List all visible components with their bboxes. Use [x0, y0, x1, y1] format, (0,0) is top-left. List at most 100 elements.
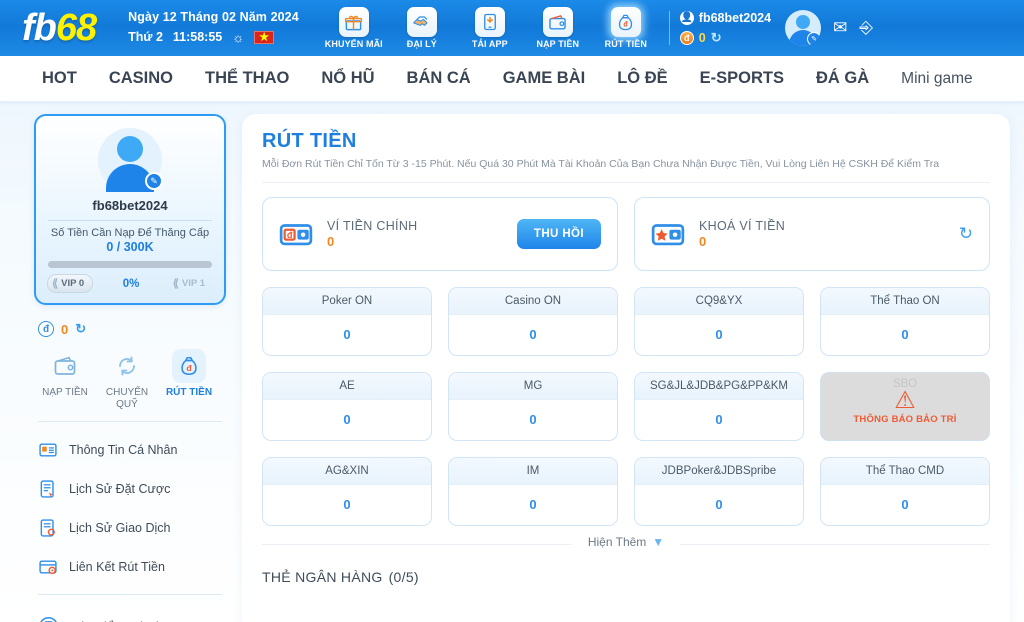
- nav-item-no-hu[interactable]: NỔ HŨ: [305, 69, 390, 88]
- sidebar-action-rut-tien[interactable]: đ RÚT TIỀN: [160, 349, 218, 411]
- nav-item-mini-game[interactable]: Mini game: [885, 70, 989, 88]
- sidebar: ✎ fb68bet2024 Số Tiền Cần Nạp Để Thăng C…: [34, 114, 226, 622]
- header-clock: 11:58:55: [173, 28, 222, 47]
- wallet-value: 0: [327, 234, 417, 249]
- sidebar-item-lich-su-dat-cuoc[interactable]: Lịch Sử Đặt Cược: [34, 471, 226, 507]
- vietnam-flag-icon: [254, 31, 274, 44]
- bank-section-heading: THẺ NGÂN HÀNG(0/5): [262, 569, 990, 585]
- site-logo[interactable]: fb68: [22, 9, 96, 47]
- sidebar-action-nap-tien[interactable]: NẠP TIỀN: [36, 349, 94, 411]
- envelope-icon[interactable]: ✉: [833, 18, 847, 38]
- wallet-dong-icon: đ: [279, 217, 313, 251]
- refresh-icon[interactable]: ↻: [959, 224, 973, 244]
- nav-item-esports[interactable]: E-SPORTS: [684, 69, 800, 88]
- game-wallet-cell[interactable]: Thể Thao ON 0: [820, 287, 990, 356]
- logout-icon[interactable]: ⎆: [859, 18, 873, 38]
- game-wallet-cell[interactable]: MG 0: [448, 372, 618, 441]
- header-date: Ngày 12 Tháng 02 Năm 2024: [128, 8, 299, 27]
- main-navigation: HOT CASINO THỂ THAO NỔ HŨ BÁN CÁ GAME BÀ…: [0, 56, 1024, 102]
- wallet-value: 0: [699, 234, 785, 249]
- sidebar-item-bao-bieu-dai-ly[interactable]: Báo Biểu Đại Lý: [34, 608, 226, 622]
- gift-icon: [339, 7, 369, 37]
- show-more-label: Hiện Thêm: [588, 535, 646, 549]
- edit-pencil-icon[interactable]: ✎: [145, 172, 163, 190]
- game-wallet-cell[interactable]: AE 0: [262, 372, 432, 441]
- header-nav-tai-app[interactable]: TẢI APP: [457, 7, 523, 49]
- game-wallet-cell[interactable]: SG&JL&JDB&PG&PP&KM 0: [634, 372, 804, 441]
- nav-item-ban-ca[interactable]: BÁN CÁ: [391, 69, 487, 88]
- game-wallet-value: 0: [449, 485, 617, 525]
- game-wallet-cell[interactable]: Casino ON 0: [448, 287, 618, 356]
- sidebar-item-lich-su-giao-dich[interactable]: Lịch Sử Giao Dịch: [34, 510, 226, 546]
- nav-item-the-thao[interactable]: THỂ THAO: [189, 69, 305, 88]
- wallet-text: KHOÁ VÍ TIỀN 0: [699, 219, 785, 249]
- vip-chevron-icon: ⟪: [173, 277, 179, 290]
- sidebar-item-lien-ket-rut-tien[interactable]: Liên Kết Rút Tiền: [34, 549, 226, 585]
- sidebar-action-label: CHUYỂN QUỸ: [98, 387, 156, 411]
- upgrade-value: 0 / 300K: [46, 240, 214, 254]
- coin-icon: đ: [680, 31, 694, 45]
- game-wallet-value: 0: [449, 400, 617, 440]
- bet-history-icon: [38, 479, 58, 499]
- header-nav-rut-tien[interactable]: đ RÚT TIỀN: [593, 7, 659, 49]
- transfer-icon: [110, 349, 144, 383]
- game-wallet-cell[interactable]: CQ9&YX 0: [634, 287, 804, 356]
- avatar[interactable]: ✎: [98, 128, 162, 192]
- game-wallet-cell[interactable]: Thể Thao CMD 0: [820, 457, 990, 526]
- game-wallet-value: 0: [263, 400, 431, 440]
- wallet-label: KHOÁ VÍ TIỀN: [699, 219, 785, 233]
- nav-item-hot[interactable]: HOT: [26, 69, 93, 88]
- header-nav-dai-ly[interactable]: ĐẠI LÝ: [389, 7, 455, 49]
- nav-item-casino[interactable]: CASINO: [93, 69, 189, 88]
- game-wallet-name: JDBPoker&JDBSpribe: [635, 458, 803, 485]
- svg-text:đ: đ: [186, 363, 192, 373]
- header-username: fb68bet2024: [699, 8, 771, 28]
- refresh-icon[interactable]: ↻: [75, 321, 86, 337]
- refresh-icon[interactable]: ↻: [711, 28, 722, 49]
- money-bag-icon: đ: [172, 349, 206, 383]
- game-wallet-cell[interactable]: Poker ON 0: [262, 287, 432, 356]
- header-nav-label: TẢI APP: [457, 39, 523, 49]
- show-more-divider: Hiện Thêm ▼: [262, 544, 990, 545]
- header-nav-khuyen-mai[interactable]: KHUYẾN MÃI: [321, 7, 387, 49]
- sidebar-balance: 0: [61, 322, 68, 337]
- id-card-icon: [38, 440, 58, 460]
- sidebar-balance-row: đ 0 ↻: [38, 321, 226, 337]
- vip-current-label: VIP 0: [61, 278, 84, 289]
- sidebar-item-label: Liên Kết Rút Tiền: [69, 560, 165, 574]
- game-wallet-cell[interactable]: JDBPoker&JDBSpribe 0: [634, 457, 804, 526]
- game-wallet-value: 0: [821, 485, 989, 525]
- user-avatar-edit-icon[interactable]: ✎: [785, 10, 821, 46]
- game-wallet-cell[interactable]: AG&XIN 0: [262, 457, 432, 526]
- header-nav-label: RÚT TIỀN: [593, 39, 659, 49]
- sidebar-action-chuyen-quy[interactable]: CHUYỂN QUỸ: [98, 349, 156, 411]
- show-more-button[interactable]: Hiện Thêm ▼: [572, 531, 680, 553]
- game-wallet-cell[interactable]: IM 0: [448, 457, 618, 526]
- top-header-bar: fb68 Ngày 12 Tháng 02 Năm 2024 Thứ 2 11:…: [0, 0, 1024, 56]
- chevron-down-icon: ▼: [652, 535, 664, 549]
- wallet-card-locked: KHOÁ VÍ TIỀN 0 ↻: [634, 197, 990, 271]
- vip-chevron-icon: ⟪: [52, 277, 58, 290]
- sidebar-actions: NẠP TIỀN CHUYỂN QUỸ đ: [36, 349, 226, 411]
- game-wallet-name: AE: [263, 373, 431, 400]
- coin-icon: đ: [38, 321, 54, 337]
- sidebar-item-thong-tin-ca-nhan[interactable]: Thông Tin Cá Nhân: [34, 432, 226, 468]
- nav-item-game-bai[interactable]: GAME BÀI: [487, 69, 602, 88]
- profile-username: fb68bet2024: [46, 198, 214, 213]
- game-wallet-name: Thể Thao ON: [821, 288, 989, 315]
- thu-hoi-button[interactable]: THU HỒI: [517, 219, 601, 249]
- header-nav-icons: KHUYẾN MÃI ĐẠI LÝ TẢI APP: [321, 7, 659, 49]
- header-nav-nap-tien[interactable]: NẠP TIỀN: [525, 7, 591, 49]
- wallet-deposit-icon: [543, 7, 573, 37]
- nav-item-lo-de[interactable]: LÔ ĐỀ: [601, 69, 683, 88]
- nav-item-da-ga[interactable]: ĐÁ GÀ: [800, 69, 885, 88]
- sidebar-item-label: Thông Tin Cá Nhân: [69, 443, 177, 457]
- header-balance: 0: [699, 28, 706, 48]
- svg-text:đ: đ: [287, 230, 293, 240]
- edit-pencil-icon: ✎: [807, 32, 821, 46]
- game-wallet-name: Casino ON: [449, 288, 617, 315]
- bank-section-count: (0/5): [389, 569, 419, 585]
- wallet-label: VÍ TIỀN CHÍNH: [327, 219, 417, 233]
- game-wallet-value: 0: [449, 315, 617, 355]
- vip-next-badge: ⟪ VIP 1: [169, 275, 213, 292]
